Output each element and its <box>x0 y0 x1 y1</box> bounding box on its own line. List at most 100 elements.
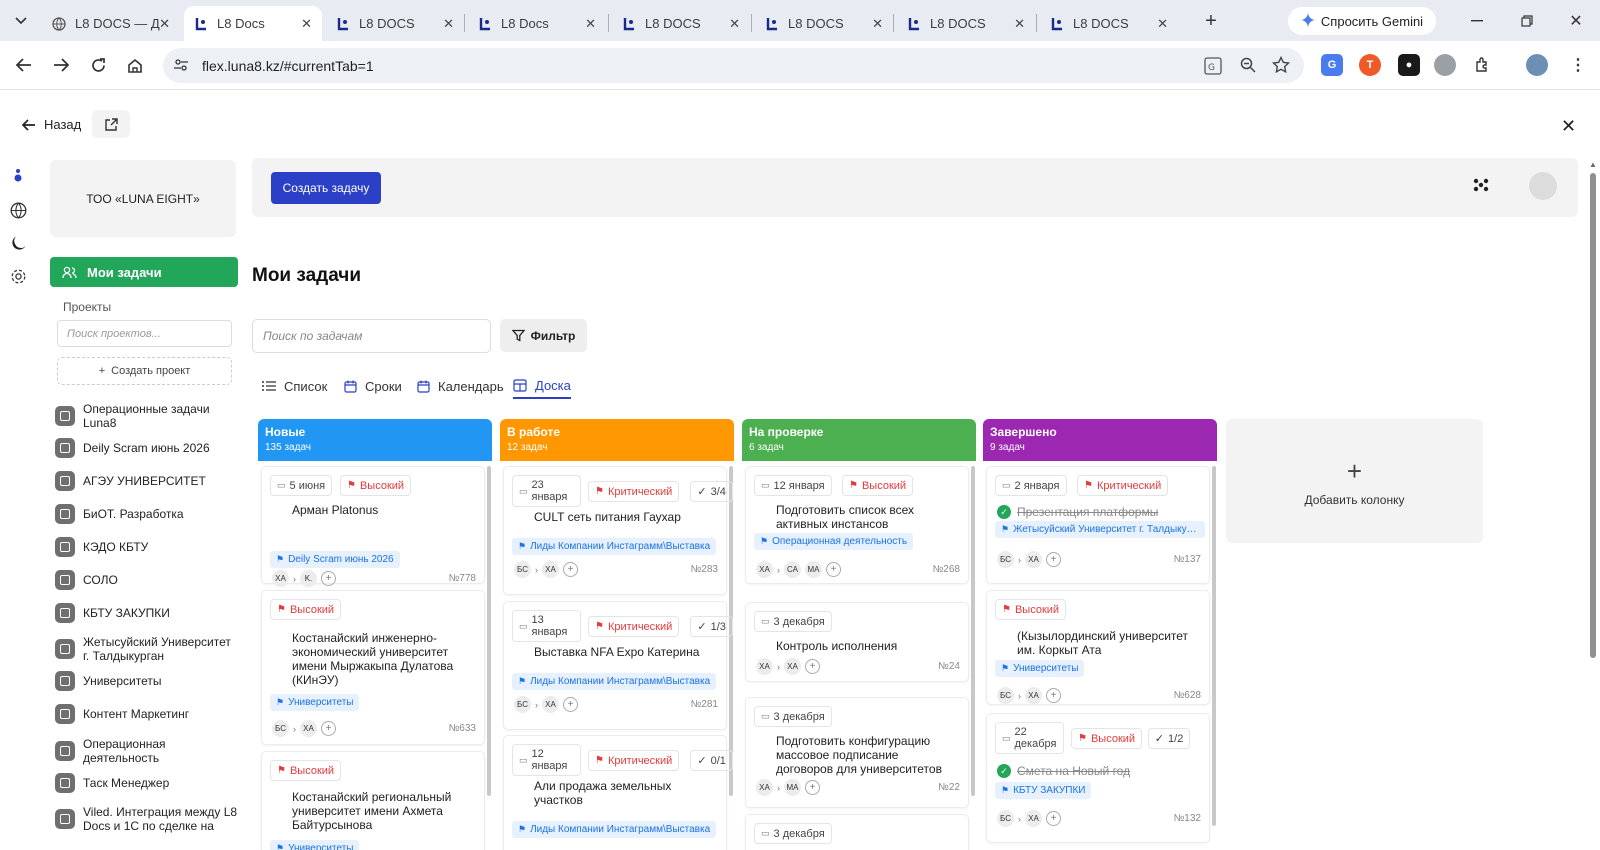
due-date-badge[interactable]: ▭ 3 декабря <box>754 823 832 844</box>
priority-badge[interactable]: ⚑ Высокий <box>995 599 1067 620</box>
sidebar-project-item[interactable]: Viled. Интеграция между L8 Docs и 1С по … <box>55 805 240 833</box>
close-tab-icon[interactable]: ✕ <box>443 16 454 32</box>
sidebar-project-item[interactable]: Университеты <box>55 671 240 691</box>
column-header[interactable]: На проверке 6 задач <box>742 419 976 461</box>
project-tag[interactable]: ⚑ Операционная деятельность <box>754 533 914 550</box>
priority-badge[interactable]: ⚑ Высокий <box>340 475 412 496</box>
assignee-avatar[interactable]: ХА <box>1025 687 1042 704</box>
sidebar-project-item[interactable]: Операционная деятельность <box>55 737 240 765</box>
assignee-avatar[interactable]: ХА <box>542 696 559 713</box>
active-dot-icon[interactable] <box>8 168 28 188</box>
browser-tab[interactable]: L8 Docs ✕ <box>468 6 606 41</box>
column-header[interactable]: В работе 12 задач <box>500 419 734 461</box>
assignee-avatar[interactable]: ХА <box>756 658 773 675</box>
assignee-avatar[interactable]: БС <box>997 810 1014 827</box>
task-card[interactable]: ▭ 22 декабря ⚑ Высокий ✓ 1/2 Смета на Новый го… <box>986 713 1210 843</box>
project-tag[interactable]: ⚑ Университеты <box>270 694 360 711</box>
page-scrollbar[interactable]: ▲ <box>1588 160 1598 850</box>
open-external-button[interactable] <box>92 110 130 138</box>
window-close-icon[interactable]: ✕ <box>1567 12 1585 30</box>
task-card[interactable]: ▭ 13 января ⚑ Критический ✓ 1/3 Выставка NFA E… <box>503 601 733 730</box>
project-tag[interactable]: ⚑ Университеты <box>270 840 360 850</box>
bookmark-star-icon[interactable] <box>1271 55 1291 79</box>
dark-extension-icon[interactable]: ● <box>1398 54 1420 76</box>
assignee-avatar[interactable]: МА <box>805 561 822 578</box>
due-date-badge[interactable]: ▭ 23 января <box>512 475 581 507</box>
task-card[interactable]: ▭ 2 января ⚑ Критический Презентация платфор… <box>986 466 1210 584</box>
add-assignee-icon[interactable]: + <box>321 571 336 586</box>
assignee-avatar[interactable]: K. <box>300 570 317 587</box>
task-card[interactable]: ▭ 3 декабря <box>745 814 969 850</box>
project-tag[interactable]: ⚑ Лиды Компании Инстаграмм\Выставка <box>512 538 717 555</box>
due-date-badge[interactable]: ▭ 3 декабря <box>754 611 832 632</box>
close-tab-icon[interactable]: ✕ <box>585 16 596 32</box>
task-search-input[interactable]: Поиск по задачам <box>252 319 491 353</box>
zoom-icon[interactable] <box>1240 57 1256 78</box>
browser-tab[interactable]: L8 DOCS ✕ <box>755 6 893 41</box>
assignee-avatar[interactable]: ХА <box>756 561 773 578</box>
reload-icon[interactable] <box>88 55 108 75</box>
globe-icon[interactable] <box>8 200 28 220</box>
extensions-puzzle-icon[interactable] <box>1472 54 1494 76</box>
tab-search-chevron-icon[interactable] <box>12 12 30 30</box>
due-date-badge[interactable]: ▭ 3 декабря <box>754 706 832 727</box>
add-assignee-icon[interactable]: + <box>1046 688 1061 703</box>
project-search-input[interactable]: Поиск проектов... <box>57 320 232 347</box>
browser-tab[interactable]: L8 DOCS ✕ <box>897 6 1035 41</box>
translate-icon[interactable]: G <box>1204 57 1222 80</box>
add-assignee-icon[interactable]: + <box>321 721 336 736</box>
assignee-avatar[interactable]: СА <box>784 561 801 578</box>
priority-badge[interactable]: ⚑ Высокий <box>842 475 914 496</box>
sidebar-project-item[interactable]: Контент Маркетинг <box>55 704 240 724</box>
sidebar-project-item[interactable]: Операционные задачи Luna8 <box>55 402 240 430</box>
column-scrollbar[interactable] <box>1212 466 1216 826</box>
browser-tab[interactable]: L8 DOCS ✕ <box>326 6 464 41</box>
create-task-button[interactable]: Создать задачу <box>271 172 381 204</box>
task-card[interactable]: ▭ 5 июня ⚑ Высокий Арман Platonus ⚑ Deily Scra… <box>261 466 485 587</box>
browser-tab[interactable]: L8 DOCS ✕ <box>1040 6 1178 41</box>
moon-icon[interactable] <box>8 233 28 253</box>
page-close-icon[interactable]: ✕ <box>1561 116 1576 137</box>
sidebar-project-item[interactable]: КБТУ ЗАКУПКИ <box>55 603 240 623</box>
add-column-button[interactable]: + Добавить колонку <box>1226 419 1483 543</box>
due-date-badge[interactable]: ▭ 12 января <box>512 744 581 776</box>
project-tag[interactable]: ⚑ КБТУ ЗАКУПКИ <box>995 782 1092 799</box>
priority-badge[interactable]: ⚑ Критический <box>1077 475 1169 496</box>
assignee-avatar[interactable]: ХА <box>1025 551 1042 568</box>
project-tag[interactable]: ⚑ Жетысуйский Университет г. Талдыкурган <box>995 521 1205 538</box>
priority-badge[interactable]: ⚑ Высокий <box>1071 728 1143 749</box>
priority-badge[interactable]: ⚑ Критический <box>588 750 680 771</box>
task-card[interactable]: ⚑ Высокий (Кызылординский университет им. … <box>986 590 1210 705</box>
forward-arrow-icon[interactable] <box>51 55 71 75</box>
orange-extension-icon[interactable]: T <box>1359 54 1381 76</box>
assignee-avatar[interactable]: ХА <box>272 570 289 587</box>
close-tab-icon[interactable]: ✕ <box>1014 16 1025 32</box>
due-date-badge[interactable]: ▭ 13 января <box>512 610 581 642</box>
browser-tab-active[interactable]: L8 Docs ✕ <box>184 6 322 41</box>
add-assignee-icon[interactable]: + <box>805 780 820 795</box>
site-info-icon[interactable] <box>173 57 189 78</box>
due-date-badge[interactable]: ▭ 2 января <box>995 475 1067 496</box>
add-assignee-icon[interactable]: + <box>1046 811 1061 826</box>
task-card[interactable]: ▭ 23 января ⚑ Критический ✓ 3/4 CULT сеть пита… <box>503 466 733 595</box>
checklist-badge[interactable]: ✓ 0/1 <box>690 750 733 771</box>
sidebar-project-item[interactable]: АГЭУ УНИВЕРСИТЕТ <box>55 471 240 491</box>
filter-button[interactable]: Фильтр <box>500 319 587 352</box>
add-assignee-icon[interactable]: + <box>826 562 841 577</box>
close-tab-icon[interactable]: ✕ <box>159 16 170 32</box>
assignee-avatar[interactable]: ХА <box>542 561 559 578</box>
priority-badge[interactable]: ⚑ Высокий <box>270 599 342 620</box>
assignee-avatar[interactable]: БС <box>514 696 531 713</box>
back-arrow-icon[interactable] <box>14 55 34 75</box>
view-tab-board[interactable]: Доска <box>513 373 571 399</box>
close-tab-icon[interactable]: ✕ <box>1157 16 1168 32</box>
globe-extension-icon[interactable] <box>1434 54 1456 76</box>
browser-tab[interactable]: L8 DOCS — Д ✕ <box>42 6 180 41</box>
checklist-badge[interactable]: ✓ 3/4 <box>690 481 733 502</box>
assignee-avatar[interactable]: ХА <box>756 779 773 796</box>
address-bar[interactable]: flex.luna8.kz/#currentTab=1 G <box>163 48 1304 83</box>
column-header[interactable]: Завершено 9 задач <box>983 419 1217 461</box>
checklist-badge[interactable]: ✓ 1/3 <box>690 616 733 637</box>
assignee-avatar[interactable]: ХА <box>1025 810 1042 827</box>
translate-extension-icon[interactable]: G <box>1321 54 1343 76</box>
